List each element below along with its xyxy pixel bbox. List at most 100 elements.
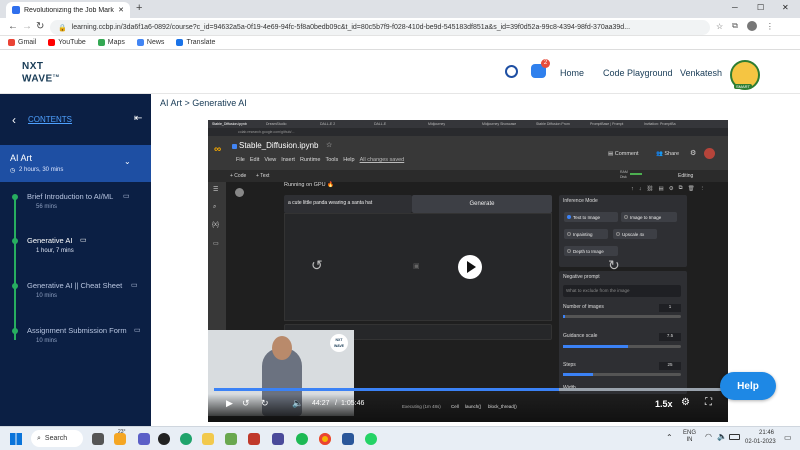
search-icon[interactable]: ⌕: [213, 204, 216, 211]
clock-date[interactable]: 02-01-2023: [745, 439, 776, 445]
settings-icon[interactable]: ⚙: [669, 186, 674, 192]
share-button[interactable]: 👥 Share: [656, 151, 679, 157]
file-explorer-icon[interactable]: [202, 433, 214, 445]
link-icon[interactable]: ⛓: [647, 186, 654, 192]
guidance-value[interactable]: 7.5: [659, 333, 681, 341]
sidebar-item-intro[interactable]: Brief Introduction to AI/ML ▭ 56 mins: [0, 190, 151, 220]
delete-icon[interactable]: 🗑: [688, 186, 695, 192]
editing-label[interactable]: Editing: [678, 173, 693, 179]
star-icon[interactable]: ☆: [716, 22, 723, 31]
add-text-button[interactable]: + Text: [256, 173, 269, 179]
app-icon[interactable]: [342, 433, 354, 445]
app-icon[interactable]: [272, 433, 284, 445]
browser-tab[interactable]: Revolutionizing the Job Market | ✕: [6, 2, 130, 18]
menu-insert[interactable]: Insert: [281, 157, 295, 163]
mirror-icon[interactable]: ⧉: [679, 185, 683, 192]
collapse-sidebar-icon[interactable]: ⇤: [134, 113, 142, 124]
profile-avatar[interactable]: [746, 21, 757, 31]
progress-track[interactable]: [214, 388, 722, 391]
comment-button[interactable]: ▤ Comment: [608, 151, 639, 157]
chevron-left-icon[interactable]: ‹: [12, 113, 16, 127]
section-ai-art[interactable]: AI Art ◷ 2 hours, 30 mins ⌄: [0, 145, 151, 182]
sidebar-item-cheat-sheet[interactable]: Generative AI || Cheat Sheet ▭ 10 mins: [0, 279, 151, 309]
steps-value[interactable]: 25: [659, 362, 681, 370]
wifi-icon[interactable]: ◠: [705, 432, 712, 441]
window-close-icon[interactable]: ✕: [782, 3, 789, 12]
forward-10-icon[interactable]: ↻: [608, 257, 620, 274]
sidebar-item-generative-ai[interactable]: Generative AI ▭ 1 hour, 7 mins: [0, 234, 151, 264]
chrome-icon[interactable]: [319, 433, 331, 445]
fast-forward-icon[interactable]: ↻: [261, 398, 269, 409]
replay-10-icon[interactable]: ↺: [311, 257, 323, 274]
files-icon[interactable]: ▭: [213, 240, 219, 247]
num-images-value[interactable]: 1: [659, 304, 681, 312]
clock-time[interactable]: 21:46: [759, 430, 774, 436]
play-small-icon[interactable]: ▶: [226, 398, 233, 409]
settings-icon[interactable]: ⚙: [681, 397, 690, 408]
battery-icon[interactable]: [729, 434, 740, 440]
mcafee-icon[interactable]: [248, 433, 260, 445]
whatsapp-icon[interactable]: [365, 433, 377, 445]
window-minimize-icon[interactable]: ─: [732, 3, 738, 12]
help-button[interactable]: Help: [720, 372, 776, 400]
star-icon[interactable]: ☆: [326, 141, 332, 149]
add-code-button[interactable]: + Code: [230, 173, 246, 179]
num-images-slider[interactable]: [563, 315, 681, 318]
more-icon[interactable]: ⋮: [700, 186, 706, 192]
play-button[interactable]: [458, 255, 482, 279]
video-player[interactable]: Stable_Diffusion.ipynb DreamStudio DALL-…: [208, 120, 728, 422]
spotify-icon[interactable]: [296, 433, 308, 445]
menu-kebab-icon[interactable]: ⋮: [766, 22, 774, 31]
language-indicator[interactable]: ENG IN: [683, 430, 696, 444]
window-maximize-icon[interactable]: ☐: [757, 3, 764, 12]
extensions-icon[interactable]: ⧉: [732, 21, 738, 31]
forward-arrow-icon[interactable]: →: [22, 21, 32, 32]
volume-icon[interactable]: 🔈: [717, 432, 727, 441]
menu-help[interactable]: Help: [343, 157, 354, 163]
mode-depth[interactable]: Depth to Image: [564, 246, 618, 256]
negative-prompt-input[interactable]: What to exclude from the image: [563, 285, 681, 297]
mode-text-to-image[interactable]: Text to Image: [564, 212, 618, 222]
mode-image-to-image[interactable]: Image to Image: [621, 212, 677, 222]
nav-home[interactable]: Home: [560, 68, 584, 78]
comment-icon[interactable]: ▤: [658, 186, 663, 192]
edge-icon[interactable]: [180, 433, 192, 445]
fullscreen-icon[interactable]: ⛶: [705, 397, 712, 408]
bookmark-maps[interactable]: Maps: [97, 39, 125, 46]
address-bar[interactable]: 🔒 learning.ccbp.in/3da6f1a6-0892/course?…: [50, 20, 710, 35]
mode-inpainting[interactable]: Inpainting: [564, 229, 608, 239]
bookmark-youtube[interactable]: YouTube: [48, 39, 86, 46]
show-hidden-icons[interactable]: ⌃: [666, 433, 673, 442]
user-name[interactable]: Venkatesh: [680, 68, 722, 78]
taskbar-search[interactable]: ⌕ Search: [31, 430, 83, 447]
bookmark-news[interactable]: News: [136, 39, 164, 46]
back-arrow-icon[interactable]: ←: [8, 21, 18, 32]
reload-icon[interactable]: ↻: [36, 21, 44, 32]
menu-view[interactable]: View: [264, 157, 276, 163]
new-tab-button[interactable]: +: [136, 2, 142, 14]
run-cell-icon[interactable]: [235, 188, 244, 197]
chat-icon[interactable]: [138, 433, 150, 445]
app-icon[interactable]: [158, 433, 170, 445]
windows-start-icon[interactable]: [10, 433, 22, 445]
notebook-title[interactable]: Stable_Diffusion.ipynb: [239, 141, 318, 150]
playback-speed[interactable]: 1.5x: [655, 399, 673, 409]
menu-edit[interactable]: Edit: [250, 157, 259, 163]
nxtwave-logo[interactable]: NXT WAVETM: [22, 62, 60, 84]
task-view-icon[interactable]: [92, 433, 104, 445]
bookmark-translate[interactable]: Translate: [176, 39, 215, 46]
bookmark-gmail[interactable]: Gmail: [8, 39, 36, 46]
toc-icon[interactable]: ☰: [213, 186, 218, 193]
guidance-slider[interactable]: [563, 345, 681, 348]
steps-slider[interactable]: [563, 373, 681, 376]
chevron-down-icon[interactable]: ⌄: [124, 157, 131, 166]
code-snippets-icon[interactable]: {x}: [212, 222, 219, 228]
notifications-icon[interactable]: ▭: [784, 433, 792, 442]
nav-code-playground[interactable]: Code Playground: [603, 68, 673, 78]
store-icon[interactable]: [225, 433, 237, 445]
volume-icon[interactable]: 🔈: [292, 398, 303, 409]
menu-runtime[interactable]: Runtime: [300, 157, 320, 163]
mode-upscale[interactable]: Upscale 4x: [613, 229, 657, 239]
prompt-input[interactable]: a cute little panda wearing a santa hat: [284, 195, 412, 213]
move-up-icon[interactable]: ↑: [631, 186, 634, 192]
